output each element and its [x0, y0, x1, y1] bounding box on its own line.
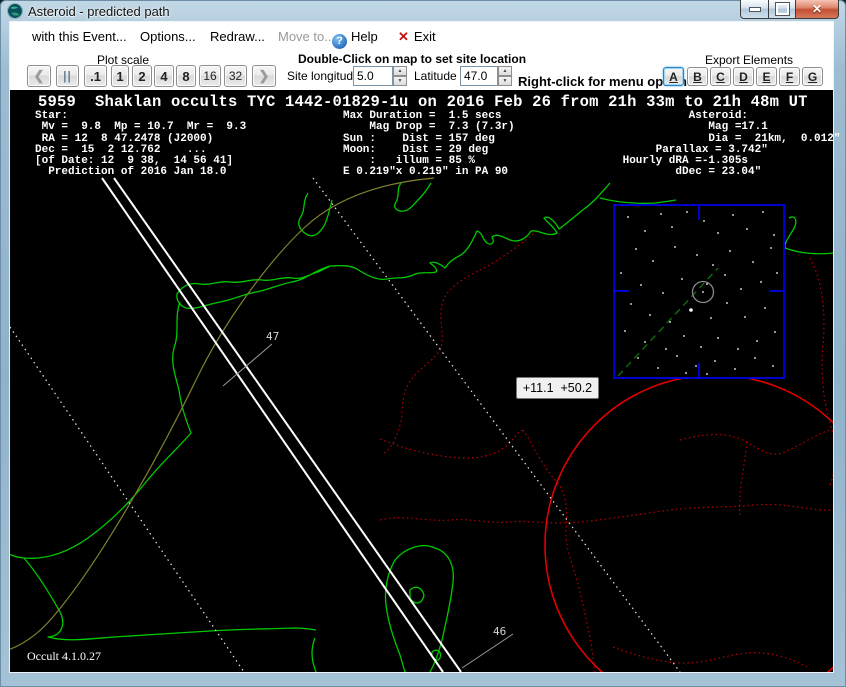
cursor-coordinates-tooltip: +11.1 +50.2	[516, 377, 599, 399]
doubleclick-instruction: Double-Click on map to set site location	[298, 52, 526, 66]
title-bar[interactable]: Asteroid - predicted path ✕	[0, 0, 846, 22]
export-g-button[interactable]: G	[802, 67, 823, 86]
map-canvas[interactable]: 5959 Shaklan occults TYC 1442-01829-1u o…	[10, 90, 833, 672]
close-button[interactable]: ✕	[796, 0, 839, 19]
app-icon	[7, 3, 23, 19]
graticule-line	[10, 178, 434, 652]
app-version-label: Occult 4.1.0.27	[27, 649, 101, 664]
longitude-spinner: ▲ ▼	[393, 66, 407, 86]
scale-1-button[interactable]: 1	[111, 65, 129, 87]
window-controls: ✕	[740, 0, 839, 19]
latitude-spinner-down[interactable]: ▼	[498, 76, 512, 86]
starfield-inset	[614, 205, 784, 378]
help-icon: ?	[332, 34, 347, 49]
export-d-button[interactable]: D	[733, 67, 754, 86]
site-longitude-input[interactable]	[353, 66, 393, 86]
scale-2-button[interactable]: 2	[132, 65, 152, 87]
latitude-input[interactable]	[460, 66, 498, 86]
latitude-label: Latitude	[414, 69, 457, 83]
exit-icon: ✕	[398, 29, 409, 44]
window-title: Asteroid - predicted path	[28, 4, 170, 19]
pause-icon: ||	[63, 69, 72, 83]
site-longitude-label: Site longitude	[287, 69, 360, 83]
scale-32-button[interactable]: 32	[224, 65, 247, 87]
latitude-ticks	[223, 344, 513, 668]
export-c-button[interactable]: C	[710, 67, 731, 86]
scale-prev-button[interactable]: ❮	[27, 65, 51, 87]
export-elements-label: Export Elements	[705, 53, 793, 67]
menu-help[interactable]: ?Help	[332, 29, 378, 49]
maximize-icon	[776, 3, 789, 15]
menu-with-this-event[interactable]: with this Event...	[32, 29, 127, 44]
event-info-block: Max Duration = 1.5 secs Mag Drop = 7.3 (…	[343, 111, 515, 179]
scale-next-button[interactable]: ❯	[252, 65, 276, 87]
chevron-left-icon: ❮	[34, 68, 45, 84]
scale-point1-button[interactable]: .1	[84, 65, 107, 87]
latitude-spinner-up[interactable]: ▲	[498, 66, 512, 76]
menu-options[interactable]: Options...	[140, 29, 196, 44]
star-info-block: Star: Mv = 9.8 Mp = 10.7 Mr = 9.3 RA = 1…	[35, 111, 246, 179]
uncertainty-limits	[10, 178, 680, 672]
export-a-button[interactable]: A	[663, 67, 684, 86]
export-e-button[interactable]: E	[756, 67, 777, 86]
longitude-spinner-up[interactable]: ▲	[393, 66, 407, 76]
menu-move-to: Move to..	[278, 29, 331, 44]
menu-exit[interactable]: ✕Exit	[398, 29, 436, 45]
menu-redraw[interactable]: Redraw...	[210, 29, 265, 44]
app-window: Asteroid - predicted path ✕ with this Ev…	[0, 0, 846, 687]
scale-8-button[interactable]: 8	[176, 65, 196, 87]
scale-16-button[interactable]: 16	[199, 65, 221, 87]
close-icon: ✕	[812, 2, 822, 16]
maximize-button[interactable]	[769, 0, 796, 19]
inset-frame	[614, 205, 784, 378]
latitude-label-47: 47	[266, 330, 279, 343]
event-headline: 5959 Shaklan occults TYC 1442-01829-1u o…	[38, 93, 808, 111]
latitude-label-46: 46	[493, 625, 506, 638]
latitude-spinner: ▲ ▼	[498, 66, 512, 86]
asteroid-info-block: Asteroid: Mag =17.1 Dia = 21km, 0.012" P…	[616, 111, 840, 179]
scale-4-button[interactable]: 4	[154, 65, 174, 87]
scale-pause-button[interactable]: ||	[56, 65, 79, 87]
longitude-spinner-down[interactable]: ▼	[393, 76, 407, 86]
client-area: with this Event... Options... Redraw... …	[10, 22, 833, 672]
chevron-right-icon: ❯	[259, 68, 270, 84]
minimize-icon	[749, 7, 761, 12]
export-b-button[interactable]: B	[687, 67, 708, 86]
export-f-button[interactable]: F	[779, 67, 800, 86]
minimize-button[interactable]	[740, 0, 769, 19]
